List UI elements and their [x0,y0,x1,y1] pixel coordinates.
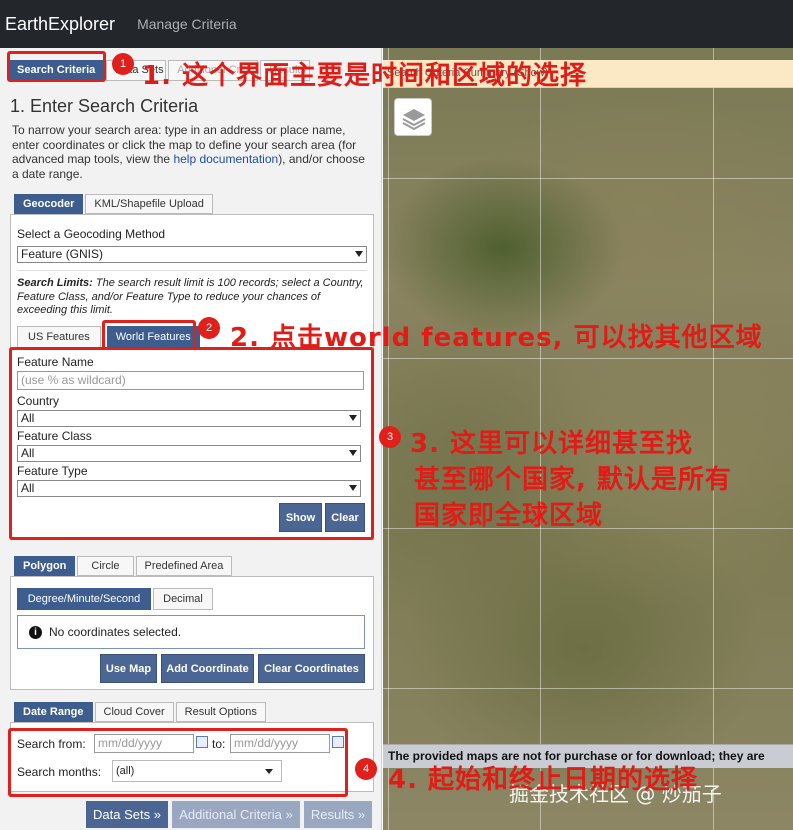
annotation-step-3-line-3: 国家即全球区域 [414,501,604,531]
tab-geocoder[interactable]: Geocoder [14,194,84,214]
highlight-date-range [8,728,348,797]
search-limits-title: Search Limits: [17,277,93,289]
use-map-button[interactable]: Use Map [100,654,157,683]
geocoder-tabs: Geocoder KML/Shapefile Upload [14,194,215,214]
clear-coordinates-button[interactable]: Clear Coordinates [258,654,365,683]
add-coordinate-button[interactable]: Add Coordinate [161,654,254,683]
layers-icon [402,109,426,131]
additional-criteria-button[interactable]: Additional Criteria » [172,801,300,828]
annotation-step-3-line-2: 甚至哪个国家, 默认是所有 [414,465,732,495]
tab-cloud-cover[interactable]: Cloud Cover [94,702,174,722]
map-gridline [713,48,714,830]
degree-minute-second-option[interactable]: Degree/Minute/Second [17,588,151,610]
coordinates-box: i No coordinates selected. [17,615,365,649]
no-coordinates-text: No coordinates selected. [49,625,182,639]
divider [17,270,367,271]
tab-date-range[interactable]: Date Range [14,702,93,722]
manage-criteria-link[interactable]: Manage Criteria [137,16,237,32]
tab-circle[interactable]: Circle [77,556,134,576]
map-gridline [383,688,793,689]
geocoding-method-value: Feature (GNIS) [21,247,104,261]
geocoding-method-select[interactable]: Feature (GNIS) [17,246,367,263]
app-brand[interactable]: EarthExplorer [5,14,115,35]
top-navbar: EarthExplorer Manage Criteria [0,0,793,48]
highlight-world-features [102,320,196,350]
highlight-search-criteria [7,51,106,82]
annotation-step-4: 4. 起始和终止日期的选择 [388,765,699,795]
step-badge-3: 3 [379,426,401,448]
tab-polygon[interactable]: Polygon [14,556,76,577]
map-gridline [383,178,793,179]
highlight-feature-filters [9,347,374,540]
search-limits-note: Search Limits: The search result limit i… [17,277,367,318]
annotation-step-1: 1. 这个界面主要是时间和区域的选择 [142,61,588,91]
info-icon: i [29,626,42,639]
page-title: 1. Enter Search Criteria [10,96,199,116]
step-badge-4: 4 [355,758,377,780]
date-tabs: Date Range Cloud Cover Result Options [14,702,268,722]
intro-text: To narrow your search area: type in an a… [12,123,370,181]
tab-us-features[interactable]: US Features [17,326,101,348]
annotation-step-3-line-1: 3. 这里可以详细甚至找 [410,429,694,459]
results-button[interactable]: Results » [304,801,372,828]
chevron-down-icon [355,251,363,257]
step-badge-1: 1 [112,53,134,75]
step-badge-2: 2 [198,317,220,339]
layers-button[interactable] [394,98,432,136]
help-documentation-link[interactable]: help documentation [173,152,278,166]
tab-predefined-area[interactable]: Predefined Area [135,556,233,576]
data-sets-button[interactable]: Data Sets » [86,801,168,828]
map-gridline [383,358,793,359]
tab-kml-upload[interactable]: KML/Shapefile Upload [85,194,213,214]
area-tabs: Polygon Circle Predefined Area [14,556,234,577]
tab-result-options[interactable]: Result Options [175,702,266,722]
geocoding-method-label: Select a Geocoding Method [17,227,166,241]
decimal-option[interactable]: Decimal [153,588,213,610]
